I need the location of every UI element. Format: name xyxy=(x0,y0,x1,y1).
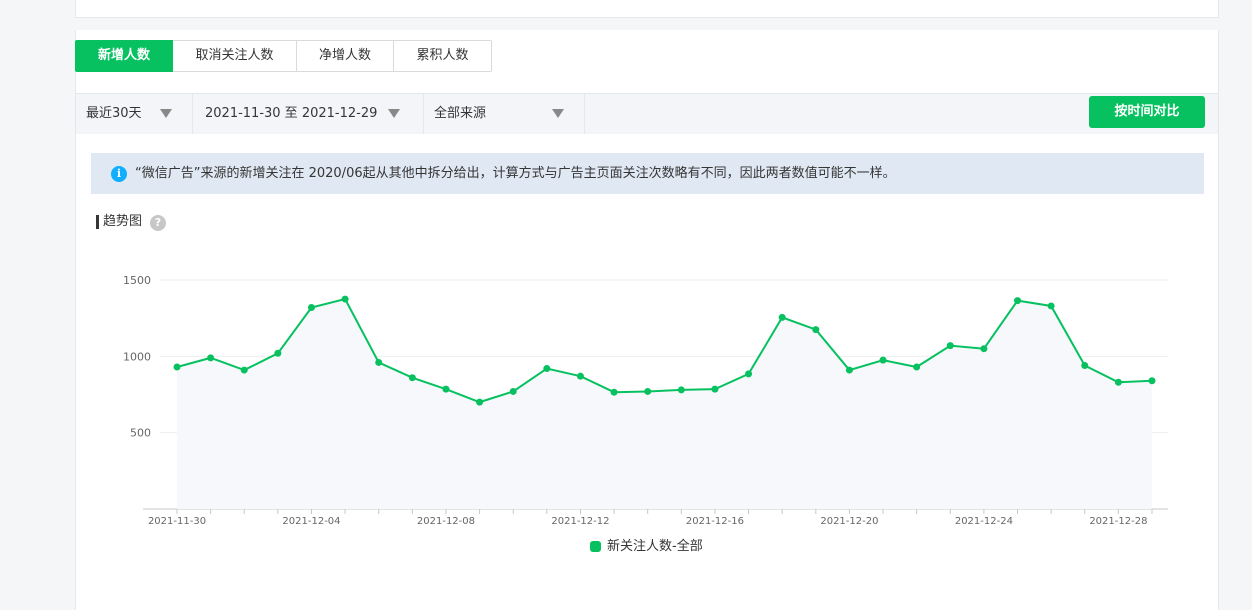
data-point xyxy=(644,387,652,395)
data-point xyxy=(375,358,383,366)
data-point xyxy=(173,363,181,371)
y-tick-label: 500 xyxy=(130,427,151,440)
data-point xyxy=(408,374,416,382)
data-point xyxy=(711,385,719,393)
data-point xyxy=(240,366,248,374)
y-tick-label: 1500 xyxy=(123,274,151,287)
x-tick-label: 2021-12-24 xyxy=(955,516,1013,527)
data-point xyxy=(207,354,215,362)
x-tick-label: 2021-12-08 xyxy=(417,516,475,527)
x-tick-label: 2021-11-30 xyxy=(148,516,206,527)
x-tick-label: 2021-12-20 xyxy=(820,516,878,527)
data-point xyxy=(576,372,584,380)
y-tick-label: 1000 xyxy=(123,350,151,363)
data-point xyxy=(476,398,484,406)
data-point xyxy=(1081,361,1089,369)
data-point xyxy=(778,313,786,321)
data-point xyxy=(1114,378,1122,386)
x-tick-label: 2021-12-28 xyxy=(1089,516,1147,527)
data-point xyxy=(442,385,450,393)
data-point xyxy=(745,370,753,378)
data-point xyxy=(341,295,349,303)
data-point xyxy=(980,345,988,353)
trend-chart: 500 1000 1500 2021-11-30 2021-12-04 2021-12-0… xyxy=(123,274,1168,527)
data-point xyxy=(1148,377,1156,385)
data-point xyxy=(879,356,887,364)
data-point xyxy=(509,387,517,395)
x-tick-label: 2021-12-12 xyxy=(551,516,609,527)
data-point xyxy=(1014,297,1022,305)
x-tick-label: 2021-12-16 xyxy=(686,516,744,527)
data-point xyxy=(913,363,921,371)
data-point xyxy=(677,386,685,394)
data-point xyxy=(307,303,315,311)
data-point xyxy=(812,326,820,334)
data-point xyxy=(274,349,282,357)
legend-label: 新关注人数-全部 xyxy=(607,539,703,554)
series-area xyxy=(177,299,1152,509)
data-point xyxy=(1047,302,1055,310)
data-point xyxy=(610,388,618,396)
data-point xyxy=(946,342,954,350)
x-tick-label: 2021-12-04 xyxy=(282,516,340,527)
legend-swatch xyxy=(590,541,601,552)
data-point xyxy=(845,366,853,374)
data-point xyxy=(543,365,551,373)
